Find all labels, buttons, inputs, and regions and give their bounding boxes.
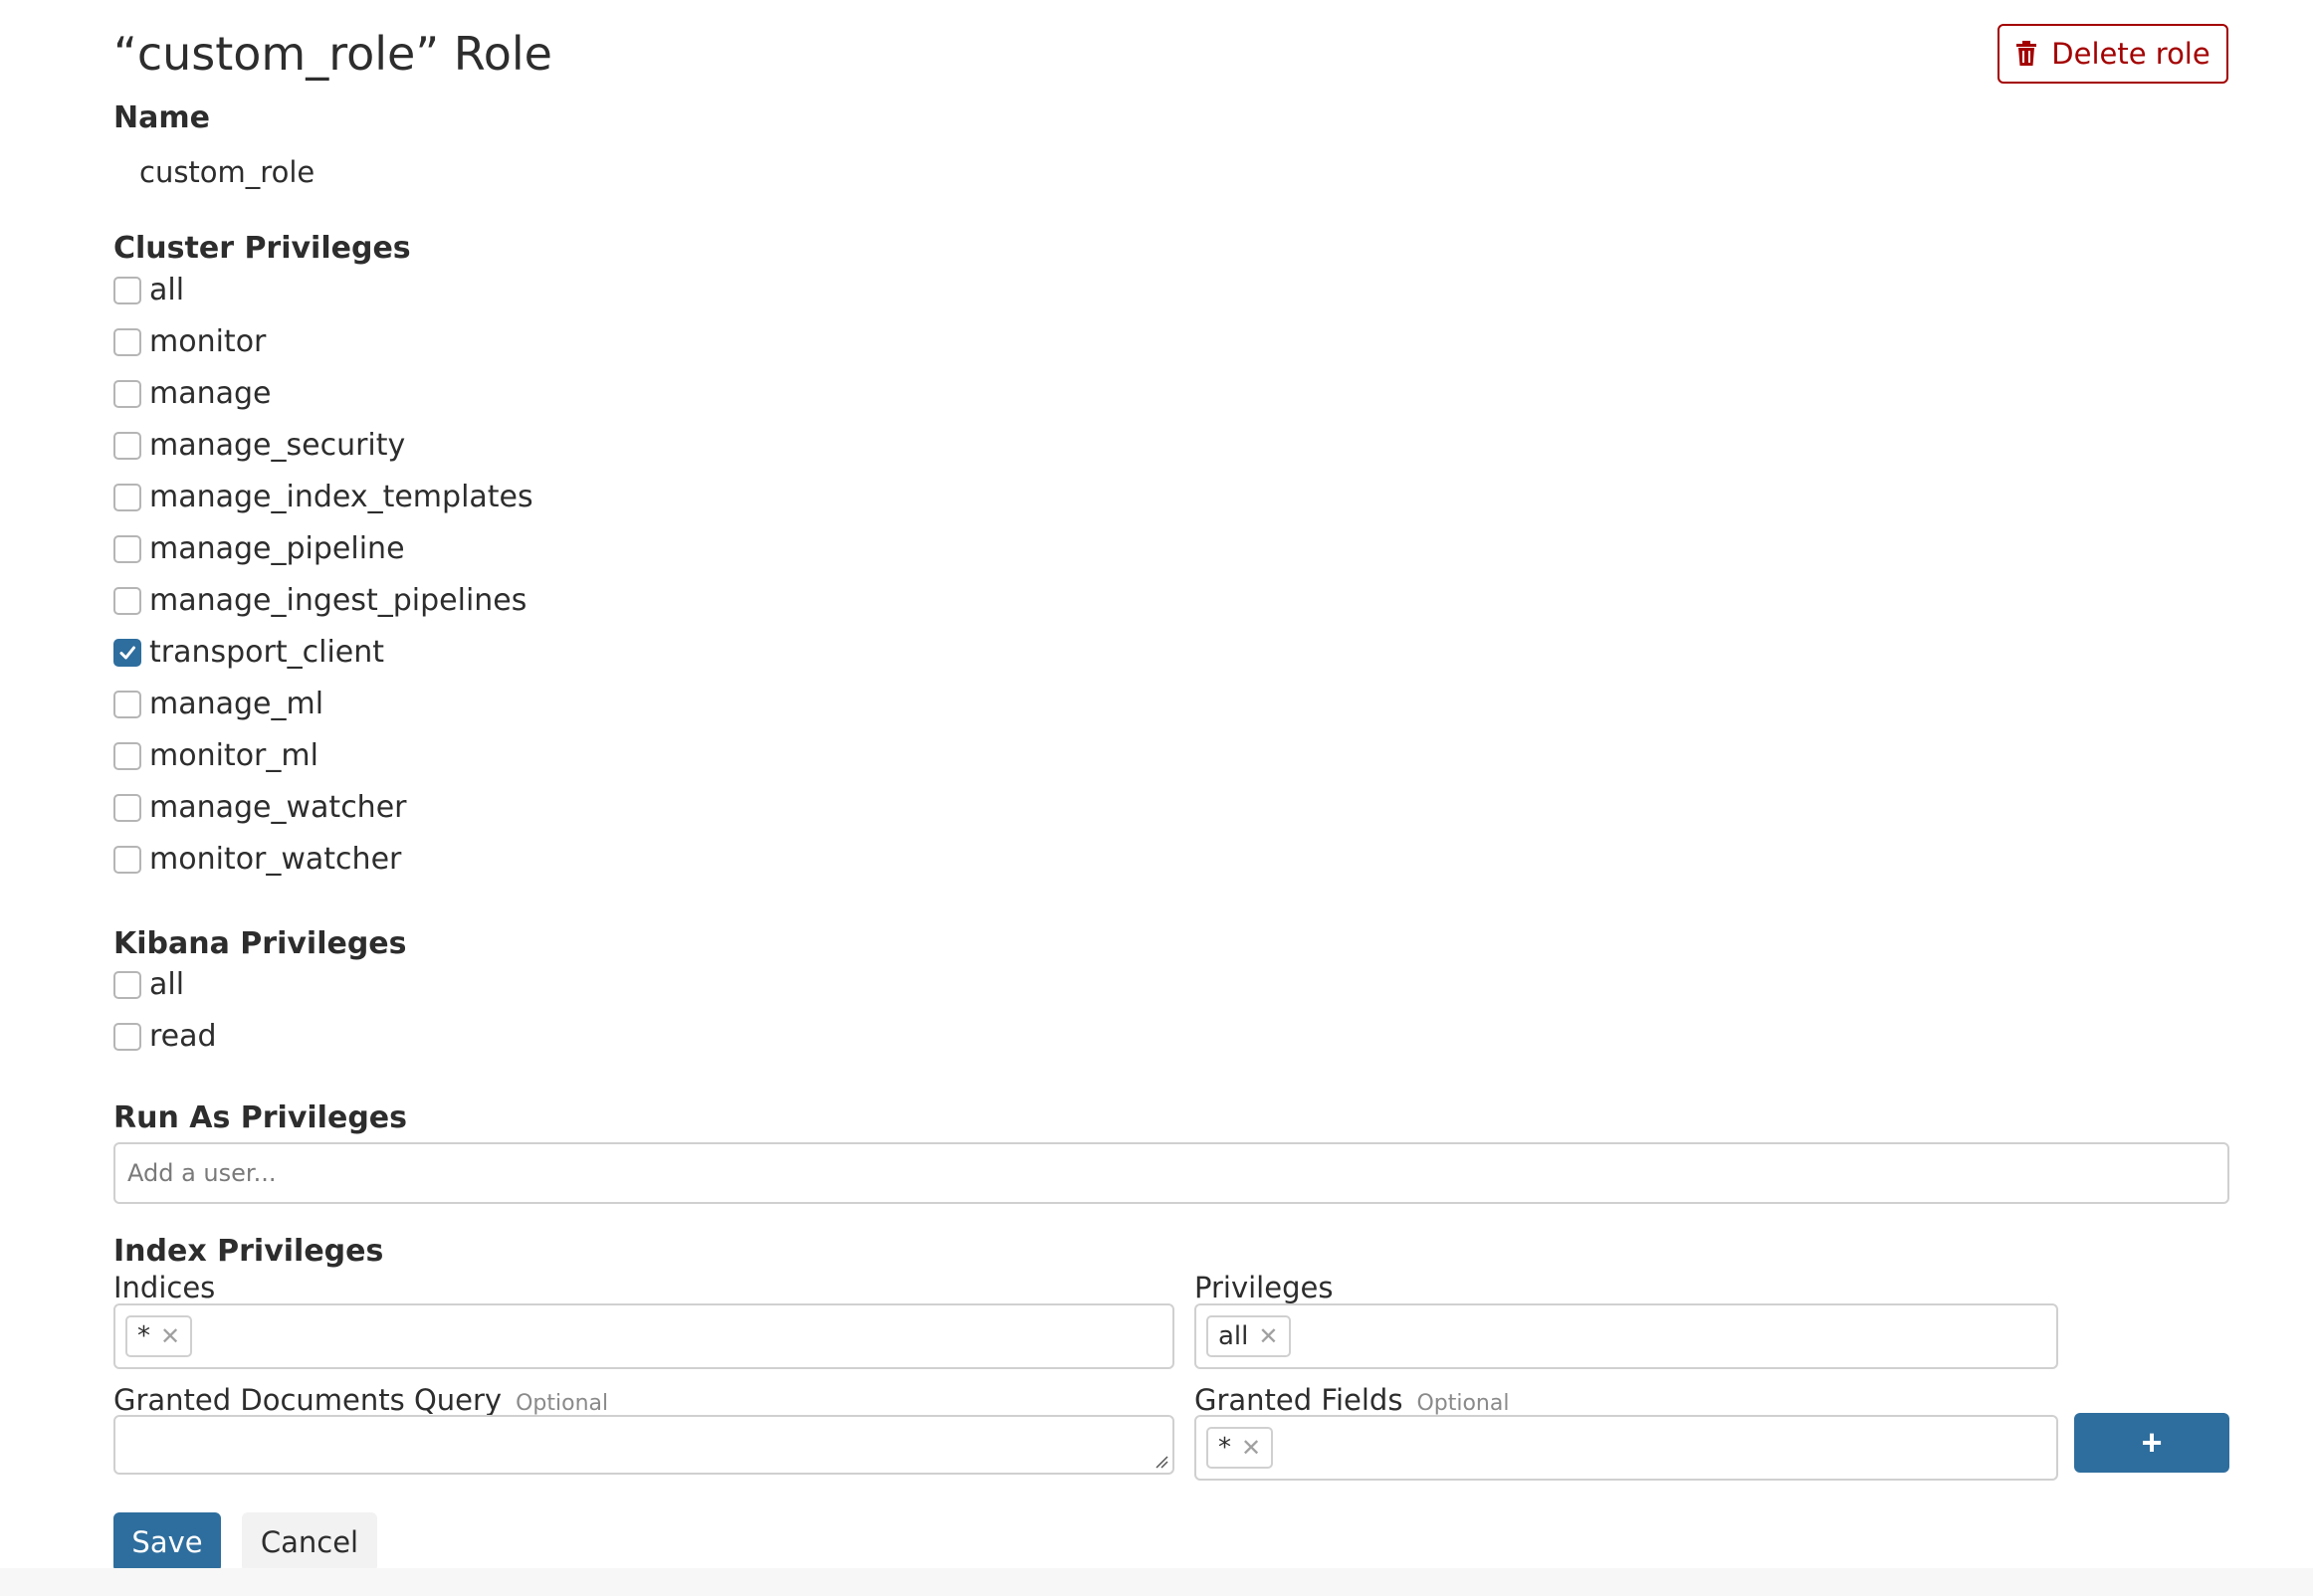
role-edit-page: “custom_role” Role Delete role Name cust… (0, 0, 2313, 1596)
indices-tag: * ✕ (125, 1315, 193, 1357)
cluster-privilege-checkbox-label: manage_pipeline (149, 531, 405, 566)
cluster-privilege-checkbox-row[interactable]: monitor_ml (113, 730, 533, 782)
add-index-privilege-button[interactable]: + (2074, 1413, 2229, 1473)
save-button[interactable]: Save (113, 1512, 221, 1572)
granted-fields-tag: * ✕ (1206, 1427, 1274, 1469)
role-name-value: custom_role (139, 155, 315, 189)
query-optional-hint: Optional (516, 1391, 609, 1416)
privileges-tag: all ✕ (1206, 1315, 1291, 1357)
cluster-privilege-checkbox-row[interactable]: manage_pipeline (113, 523, 533, 575)
privileges-label: Privileges (1194, 1271, 1334, 1304)
privileges-tag-label: all (1218, 1321, 1249, 1351)
cluster-privilege-checkbox[interactable] (113, 742, 141, 770)
kibana-privilege-checkbox[interactable] (113, 971, 141, 999)
close-icon[interactable]: ✕ (1258, 1324, 1278, 1348)
granted-fields-input[interactable]: * ✕ (1194, 1415, 2058, 1481)
granted-documents-query-textarea[interactable] (113, 1415, 1174, 1475)
name-label: Name (113, 100, 210, 135)
cluster-privilege-checkbox-row[interactable]: monitor (113, 316, 533, 368)
page-title: “custom_role” Role (113, 27, 552, 81)
indices-input[interactable]: * ✕ (113, 1303, 1174, 1369)
kibana-privileges-label: Kibana Privileges (113, 926, 407, 961)
cluster-privilege-checkbox[interactable] (113, 639, 141, 667)
checkmark-icon (119, 646, 135, 660)
cluster-privilege-checkbox[interactable] (113, 846, 141, 874)
cluster-privilege-checkbox-label: manage_watcher (149, 790, 407, 825)
cluster-privilege-checkbox[interactable] (113, 691, 141, 718)
cancel-button[interactable]: Cancel (242, 1512, 377, 1572)
cluster-privilege-checkbox-row[interactable]: manage_security (113, 420, 533, 472)
cluster-privilege-checkbox-row[interactable]: manage_index_templates (113, 472, 533, 523)
granted-fields-text: Granted Fields (1194, 1383, 1403, 1417)
bottom-band (0, 1568, 2313, 1596)
close-icon[interactable]: ✕ (1241, 1436, 1261, 1460)
cluster-privilege-checkbox-label: manage_index_templates (149, 480, 533, 514)
kibana-privilege-checkbox[interactable] (113, 1023, 141, 1051)
cluster-privilege-checkbox-row[interactable]: manage_ingest_pipelines (113, 575, 533, 627)
delete-role-button[interactable]: Delete role (1998, 24, 2228, 84)
cluster-privilege-checkbox-label: all (149, 273, 185, 307)
cluster-privileges-list: all monitor manage manage_security manage_in… (113, 265, 533, 886)
kibana-privileges-list: all read (113, 959, 217, 1063)
cluster-privilege-checkbox-row[interactable]: manage_ml (113, 679, 533, 730)
cluster-privilege-checkbox-row[interactable]: all (113, 265, 533, 316)
cluster-privilege-checkbox-label: manage_security (149, 428, 406, 463)
fields-optional-hint: Optional (1416, 1391, 1510, 1416)
run-as-user-input[interactable] (113, 1142, 2229, 1204)
resize-handle-icon[interactable] (1155, 1455, 1168, 1469)
cluster-privilege-checkbox[interactable] (113, 535, 141, 563)
cluster-privilege-checkbox[interactable] (113, 484, 141, 511)
indices-label: Indices (113, 1271, 216, 1304)
delete-role-label: Delete role (2051, 37, 2210, 71)
index-privileges-label: Index Privileges (113, 1234, 384, 1269)
cluster-privileges-label: Cluster Privileges (113, 231, 411, 266)
cluster-privilege-checkbox[interactable] (113, 328, 141, 356)
cluster-privilege-checkbox[interactable] (113, 277, 141, 304)
cluster-privilege-checkbox-label: manage (149, 376, 272, 411)
cluster-privilege-checkbox-label: manage_ml (149, 687, 324, 721)
granted-documents-query-text: Granted Documents Query (113, 1383, 503, 1417)
kibana-privilege-checkbox-label: all (149, 967, 185, 1002)
cluster-privilege-checkbox-label: monitor (149, 324, 267, 359)
cluster-privilege-checkbox-row[interactable]: manage_watcher (113, 782, 533, 834)
cluster-privilege-checkbox-row[interactable]: monitor_watcher (113, 834, 533, 886)
indices-tag-label: * (137, 1321, 150, 1351)
cluster-privilege-checkbox-row[interactable]: transport_client (113, 627, 533, 679)
kibana-privilege-checkbox-row[interactable]: all (113, 959, 217, 1011)
cluster-privilege-checkbox-label: monitor_ml (149, 738, 318, 773)
granted-fields-tag-label: * (1218, 1433, 1231, 1463)
run-as-privileges-label: Run As Privileges (113, 1100, 407, 1135)
privileges-input[interactable]: all ✕ (1194, 1303, 2058, 1369)
cluster-privilege-checkbox[interactable] (113, 794, 141, 822)
close-icon[interactable]: ✕ (160, 1324, 180, 1348)
cluster-privilege-checkbox[interactable] (113, 432, 141, 460)
trash-icon (2016, 41, 2037, 66)
cluster-privilege-checkbox[interactable] (113, 587, 141, 615)
cluster-privilege-checkbox-row[interactable]: manage (113, 368, 533, 420)
cluster-privilege-checkbox-label: manage_ingest_pipelines (149, 583, 527, 618)
kibana-privilege-checkbox-label: read (149, 1019, 217, 1054)
kibana-privilege-checkbox-row[interactable]: read (113, 1011, 217, 1063)
cluster-privilege-checkbox-label: transport_client (149, 635, 385, 670)
cluster-privilege-checkbox-label: monitor_watcher (149, 842, 402, 877)
cluster-privilege-checkbox[interactable] (113, 380, 141, 408)
